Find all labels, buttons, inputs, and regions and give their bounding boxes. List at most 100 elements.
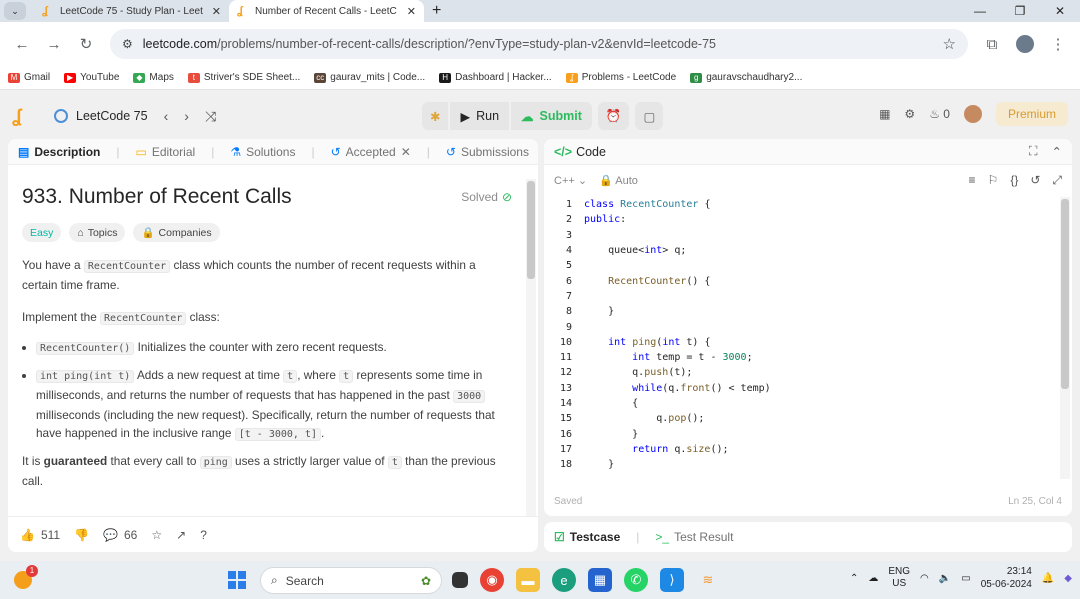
volume-icon[interactable]: 🔈 [939, 573, 951, 584]
layout-icon[interactable]: ▦ [879, 107, 890, 121]
language-select[interactable]: C++ ⌄ [554, 174, 587, 187]
bookmark-icon[interactable]: ⚐ [988, 173, 999, 188]
next-problem-icon[interactable]: › [184, 108, 189, 125]
close-tab-icon[interactable]: ✕ [212, 5, 221, 18]
topics-chip[interactable]: ⌂ Topics [69, 223, 126, 242]
bookmark-leetcode[interactable]: ʆ Problems - LeetCode [565, 72, 676, 83]
code-line: 7 [565, 290, 572, 302]
favorite-star-icon[interactable]: ☆ [151, 528, 162, 542]
description-scroll-thumb[interactable] [527, 181, 535, 279]
close-window-icon[interactable]: ✕ [1040, 4, 1080, 18]
close-tab-icon[interactable]: ✕ [407, 5, 416, 18]
notes-button[interactable]: ▢ [635, 102, 664, 130]
like-button[interactable]: 👍 511 [20, 528, 60, 542]
site-info-icon[interactable]: ⚙ [122, 37, 133, 51]
run-button[interactable]: ▶ Run [450, 102, 510, 130]
bookmark-maps[interactable]: ◆ Maps [133, 72, 174, 83]
chevron-up-icon[interactable]: ⌃ [850, 573, 858, 584]
bookmark-gmail[interactable]: M Gmail [8, 72, 50, 83]
reset-icon[interactable]: ↺ [1030, 173, 1040, 188]
bookmark-codechef[interactable]: cc gaurav_mits | Code... [314, 72, 425, 83]
editor-scroll-thumb[interactable] [1061, 199, 1069, 389]
fullscreen-icon[interactable]: ⤢ [1052, 173, 1062, 188]
submit-button[interactable]: ☁ Submit [511, 102, 592, 130]
tab-accepted[interactable]: ↺ Accepted ✕ [331, 145, 411, 159]
code-panel: </> Code ⛶ ⌃ C++ ⌄ 🔒 Auto ≡ ⚐ {} ↺ ⤢ 1 clas… [544, 139, 1072, 516]
app-icon[interactable]: ≋ [696, 568, 720, 592]
study-plan-link[interactable]: LeetCode 75 [54, 109, 148, 123]
minimize-icon[interactable]: — [960, 4, 1000, 18]
maximize-icon[interactable]: ⛶ [1029, 144, 1038, 159]
vscode-icon[interactable]: ⟩ [660, 568, 684, 592]
bookmark-youtube[interactable]: ▶ YouTube [64, 72, 119, 83]
profile-avatar[interactable] [1016, 35, 1034, 53]
book-icon: ▭ [135, 144, 147, 159]
companies-chip[interactable]: 🔒 Companies [133, 223, 220, 242]
code-tab[interactable]: </> Code [554, 145, 606, 159]
new-tab-button[interactable]: + [424, 2, 449, 22]
chrome-icon[interactable]: ◉ [480, 568, 504, 592]
clock[interactable]: 23:14 05-06-2024 [981, 565, 1032, 591]
store-icon[interactable]: ▦ [588, 568, 612, 592]
collapse-icon[interactable]: ⌃ [1052, 144, 1062, 159]
tab-search-button[interactable]: ⌄ [4, 2, 26, 20]
comments-button[interactable]: 💬 66 [103, 528, 137, 542]
language-indicator[interactable]: ENG US [888, 566, 910, 590]
restore-icon[interactable]: ❐ [1000, 4, 1040, 18]
code-line: 17 return q.size(); [559, 443, 729, 455]
tab-solutions[interactable]: ⚗ Solutions [230, 145, 295, 159]
wifi-icon[interactable]: ◠ [920, 573, 929, 584]
reload-icon[interactable]: ↻ [72, 30, 100, 58]
file-explorer-icon[interactable]: ▬ [516, 568, 540, 592]
notifications-bell-icon[interactable]: 🔔 [1042, 573, 1054, 584]
help-icon[interactable]: ? [200, 528, 207, 542]
bookmark-star-icon[interactable]: ☆ [943, 35, 956, 53]
taskbar-search[interactable]: ⌕ Search ✿ [260, 567, 442, 594]
browser-tab-recent-calls[interactable]: ʆ Number of Recent Calls - LeetC ✕ [229, 0, 424, 22]
tab-description[interactable]: ▤ Description [18, 145, 100, 159]
auto-mode-toggle[interactable]: 🔒 Auto [599, 174, 638, 187]
testcase-panel: ☑ Testcase | >_ Test Result [544, 522, 1072, 552]
leetcode-logo-icon[interactable]: ʆ [12, 106, 42, 127]
tab-editorial[interactable]: ▭ Editorial [135, 145, 195, 159]
share-icon[interactable]: ↗ [176, 528, 186, 542]
bookmark-hackerrank[interactable]: H Dashboard | Hacker... [439, 72, 552, 83]
forward-icon[interactable]: → [40, 30, 68, 58]
list-item: RecentCounter() Initializes the counter … [36, 338, 512, 358]
debug-button[interactable]: ✱ [422, 102, 449, 130]
task-view-icon[interactable] [452, 572, 468, 588]
tab-test-result[interactable]: >_ Test Result [655, 530, 733, 544]
problem-title[interactable]: 933. Number of Recent Calls [22, 185, 292, 209]
leetcode-favicon-icon: ʆ [42, 5, 48, 17]
shuffle-icon[interactable]: ⤨ [205, 108, 216, 125]
timer-button[interactable]: ⏰ [597, 102, 630, 130]
battery-icon[interactable]: ▭ [961, 573, 970, 584]
bookmark-gfg[interactable]: g gauravschaudhary2... [690, 72, 802, 83]
braces-icon[interactable]: {} [1010, 173, 1018, 188]
widgets-button[interactable]: 1 [14, 565, 44, 589]
more-menu-icon[interactable]: ⋮ [1044, 30, 1072, 58]
whatsapp-icon[interactable]: ✆ [624, 568, 648, 592]
cloud-icon[interactable]: ☁ [868, 573, 878, 584]
format-icon[interactable]: ≡ [969, 173, 976, 188]
user-avatar[interactable] [963, 105, 982, 123]
paragraph-guarantee: It is guaranteed that every call to ping… [22, 454, 496, 488]
dislike-button[interactable]: 👎 [74, 528, 89, 542]
tab-testcase[interactable]: ☑ Testcase [554, 530, 620, 544]
code-editor[interactable]: 1 class RecentCounter { 2 public: 3 4 queu… [544, 197, 1060, 479]
bookmark-striver[interactable]: t Striver's SDE Sheet... [187, 72, 300, 83]
close-tab-icon[interactable]: ✕ [401, 145, 411, 159]
windows-start-icon[interactable] [228, 571, 246, 589]
tab-submissions[interactable]: ↺ Submissions [446, 145, 529, 159]
code-line: 8 } [565, 306, 615, 318]
address-bar[interactable]: ⚙ leetcode.com/problems/number-of-recent… [110, 29, 968, 59]
copilot-icon[interactable]: ◆ [1064, 573, 1072, 584]
streak-counter[interactable]: ♨ 0 [929, 107, 950, 121]
settings-gear-icon[interactable]: ⚙ [904, 107, 915, 121]
prev-problem-icon[interactable]: ‹ [164, 108, 169, 125]
browser-tab-study-plan[interactable]: ʆ LeetCode 75 - Study Plan - Leet ✕ [34, 0, 229, 22]
extensions-icon[interactable]: ⧉ [978, 30, 1006, 58]
premium-button[interactable]: Premium [995, 102, 1068, 126]
back-icon[interactable]: ← [8, 30, 36, 58]
edge-icon[interactable]: e [552, 568, 576, 592]
